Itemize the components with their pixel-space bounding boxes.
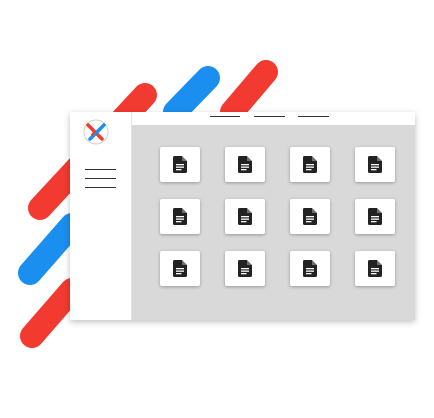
tab-2[interactable]	[254, 116, 285, 117]
file-tile[interactable]	[225, 251, 265, 286]
main-content	[132, 112, 415, 320]
document-icon	[238, 156, 252, 173]
file-tile[interactable]	[355, 251, 395, 286]
document-icon	[173, 208, 187, 225]
app-window	[70, 112, 415, 320]
document-icon	[303, 260, 317, 277]
file-tile[interactable]	[290, 251, 330, 286]
file-tile[interactable]	[160, 199, 200, 234]
file-grid	[160, 147, 395, 286]
hamburger-menu-icon[interactable]	[85, 169, 116, 189]
tab-1[interactable]	[210, 116, 240, 117]
document-icon	[368, 156, 382, 173]
file-tile[interactable]	[225, 147, 265, 182]
app-logo[interactable]	[82, 118, 110, 146]
document-icon	[303, 208, 317, 225]
file-tile[interactable]	[160, 147, 200, 182]
file-tile[interactable]	[225, 199, 265, 234]
stripe-blue-bottom-left	[18, 213, 84, 285]
file-tile[interactable]	[290, 147, 330, 182]
document-icon	[303, 156, 317, 173]
stripe-blue-top	[163, 66, 220, 124]
tab-3[interactable]	[298, 116, 329, 117]
stripe-red-top-right	[220, 60, 278, 124]
document-icon	[368, 208, 382, 225]
sidebar	[70, 112, 132, 320]
document-icon	[173, 156, 187, 173]
stripe-red-bottom-left	[20, 278, 84, 348]
illustration	[0, 0, 434, 418]
file-tile[interactable]	[355, 199, 395, 234]
document-icon	[173, 260, 187, 277]
file-tile[interactable]	[160, 251, 200, 286]
file-tile[interactable]	[355, 147, 395, 182]
document-icon	[368, 260, 382, 277]
top-bar	[132, 112, 415, 125]
document-icon	[238, 260, 252, 277]
document-icon	[238, 208, 252, 225]
file-tile[interactable]	[290, 199, 330, 234]
